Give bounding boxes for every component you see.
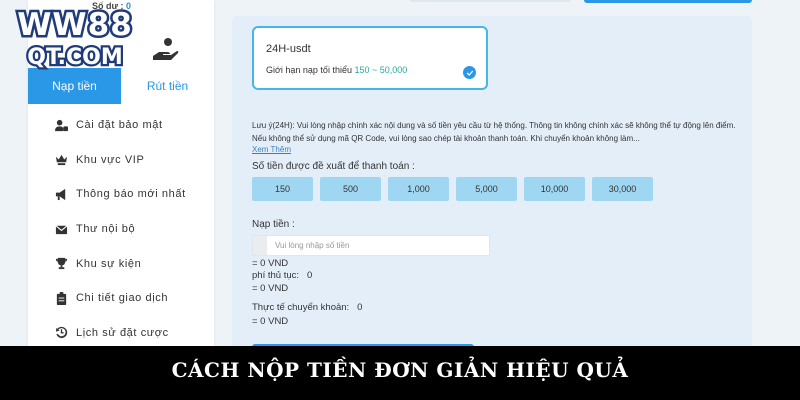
payment-method-limit: Giới hạn nạp tối thiểu 150 ~ 50,000 — [266, 65, 407, 75]
fee-label: phí thủ tục: — [252, 270, 300, 281]
logo-text-main: WW88 — [17, 7, 133, 43]
sidebar-item-events[interactable]: Khu sự kiện — [28, 246, 214, 281]
actual-transfer-line: Thực tế chuyển khoản: 0 — [252, 302, 362, 313]
suggested-amounts-label: Số tiền được đề xuất để thanh toán : — [252, 161, 415, 172]
hand-coin-icon — [150, 36, 180, 64]
sidebar-item-security[interactable]: Cài đặt bảo mật — [28, 108, 214, 143]
tab-deposit-label: Nạp tiền — [52, 79, 97, 93]
trophy-icon — [54, 257, 68, 271]
crown-vip-icon — [54, 153, 68, 167]
sidebar-item-inbox[interactable]: Thư nội bộ — [28, 212, 214, 247]
sidebar-item-bet-history[interactable]: Lịch sử đặt cược — [28, 316, 214, 351]
amount-button-10000[interactable]: 10,000 — [524, 177, 585, 201]
fee-value: 0 — [306, 270, 313, 281]
deposit-amount-label: Nạp tiền : — [252, 219, 295, 230]
sidebar-item-transactions[interactable]: Chi tiết giao dịch — [28, 281, 214, 316]
sidebar-item-label: Khu sự kiện — [76, 257, 142, 270]
logo-text-sub: QT.COM — [27, 45, 122, 70]
amount-button-30000[interactable]: 30,000 — [592, 177, 653, 201]
megaphone-icon — [54, 187, 68, 201]
sidebar-item-label: Cài đặt bảo mật — [76, 119, 163, 132]
deposit-note: Lưu ý(24H): Vui lòng nhập chính xác nội … — [252, 121, 736, 143]
amount-button-150[interactable]: 150 — [252, 177, 313, 201]
amount-button-5000[interactable]: 5,000 — [456, 177, 517, 201]
top-strip — [232, 0, 752, 4]
sidebar-item-announcements[interactable]: Thông báo mới nhất — [28, 177, 214, 212]
actual-transfer-value: 0 — [357, 302, 363, 313]
deposit-amount-input[interactable] — [267, 236, 489, 255]
limit-range: 150 ~ 50,000 — [354, 65, 408, 75]
actual-transfer-label: Thực tế chuyển khoản: — [252, 302, 350, 313]
sidebar-item-label: Khu vực VIP — [76, 153, 145, 166]
tab-withdraw-label: Rút tiền — [146, 79, 189, 93]
amount-button-500[interactable]: 500 — [320, 177, 381, 201]
actual-vnd-value: = 0 VND — [252, 316, 289, 327]
deposit-input-wrapper — [252, 235, 490, 256]
sidebar-item-vip[interactable]: Khu vực VIP — [28, 143, 214, 178]
user-lock-icon — [54, 118, 68, 132]
payment-method-name: 24H-usdt — [266, 43, 311, 55]
amount-button-1000[interactable]: 1,000 — [388, 177, 449, 201]
sidebar-menu: Cài đặt bảo mật Khu vực VIP Thông báo mớ… — [28, 108, 214, 350]
sidebar-item-label: Lịch sử đặt cược — [76, 326, 169, 339]
sidebar-item-label: Chi tiết giao dịch — [76, 292, 169, 305]
banner-title: CÁCH NỘP TIỀN ĐƠN GIẢN HIỆU QUẢ — [171, 358, 629, 382]
history-icon — [54, 326, 68, 340]
sidebar-item-label: Thông báo mới nhất — [76, 188, 186, 201]
payment-method-card[interactable]: 24H-usdt Giới hạn nạp tối thiểu 150 ~ 50… — [252, 26, 488, 90]
ww88-logo: WW88 QT.COM — [0, 2, 150, 76]
checkmark-icon — [463, 66, 476, 79]
see-more-link[interactable]: Xem Thêm — [252, 145, 291, 154]
envelope-icon — [54, 222, 68, 236]
deposit-vnd-value: = 0 VND — [252, 258, 289, 269]
limit-label: Giới hạn nạp tối thiểu — [266, 65, 352, 75]
fee-line: phí thủ tục: 0 — [252, 270, 312, 281]
sidebar-item-label: Thư nội bộ — [76, 223, 136, 236]
input-prefix — [253, 236, 267, 255]
clipboard-icon — [54, 291, 68, 305]
fee-vnd-value: = 0 VND — [252, 283, 289, 294]
